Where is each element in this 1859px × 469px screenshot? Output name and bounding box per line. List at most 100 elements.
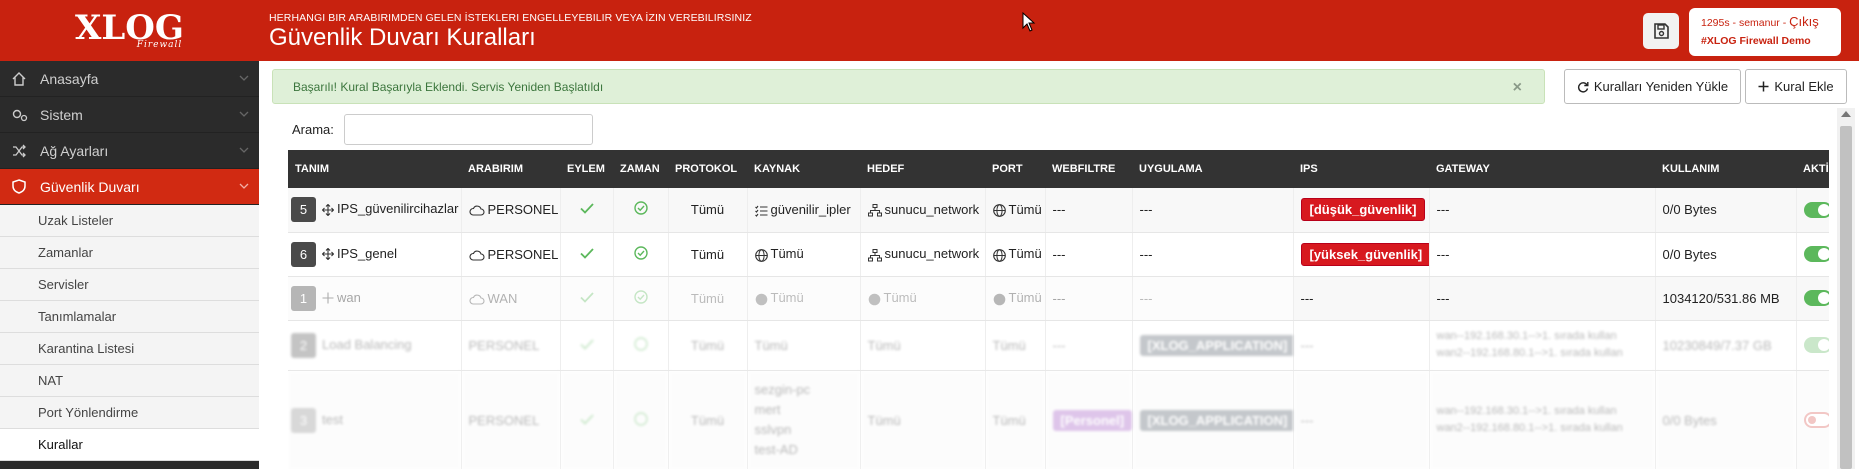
gateway-line: wan--192.168.30.1-->1. sırada kullan [1436,405,1617,417]
success-alert: Başarılı! Kural Başarıyla Eklendi. Servi… [272,69,1545,104]
scrollbar-thumb[interactable] [1840,126,1852,469]
webfilter-value: --- [1045,276,1133,321]
check-circle-icon [633,411,648,426]
rule-order-badge: 3 [291,407,316,433]
check-circle-icon [633,245,648,260]
shuffle-icon [12,144,30,158]
refresh-icon [1577,81,1589,92]
port-value: Tümü [985,320,1046,371]
save-config-button[interactable] [1643,13,1679,49]
column-header[interactable]: WEBFILTRE [1045,150,1132,188]
sidebar-item-label: Güvenlik Duvarı [40,178,140,195]
table-header-row: TANIM ARABIRIM EYLEM ZAMAN PROTOKOL KAYN… [288,150,1829,188]
xlog-logo[interactable]: XLOG Firewall [0,0,259,61]
sidebar-subitem-zamanlar[interactable]: Zamanlar [0,237,259,269]
sidebar-subitem-kurallar[interactable]: Kurallar [0,429,259,461]
rule-name: Load Balancing [322,336,412,352]
webfilter-badge: [Personel] [1052,409,1131,431]
application-badge: [XLOG_APPLICATION] [1139,334,1292,356]
sidebar-item-guvenlik-duvari[interactable]: Güvenlik Duvarı [0,169,259,205]
column-header[interactable]: ARABIRIM [461,150,560,188]
active-toggle[interactable] [1803,412,1829,429]
mouse-cursor-icon [1022,12,1036,32]
user-session-box: 1295s - semanur - Çıkış #XLOG Firewall D… [1689,8,1841,56]
org-name: #XLOG Firewall Demo [1701,35,1811,47]
sidebar-subitem-port-yonlendirme[interactable]: Port Yönlendirme [0,397,259,429]
gateway-value: --- [1429,232,1656,277]
application-value: --- [1132,232,1294,277]
shield-icon [12,179,30,194]
sidebar: Anasayfa Sistem Ağ Ayarları Güvenlik Duv… [0,61,259,469]
sidebar-subitem-uzak-listeler[interactable]: Uzak Listeler [0,205,259,237]
table-row[interactable]: 6 IPS_genel PERSONEL Tümü Tümü sunucu_net… [288,232,1829,277]
active-toggle[interactable] [1803,202,1829,219]
source-item: sezgin-pc [754,382,811,397]
page-title: Güvenlik Duvarı Kuralları [269,24,536,51]
check-icon [579,291,594,303]
globe-icon [992,248,1006,262]
destination-value: Tümü [883,290,917,306]
interface-name: PERSONEL [461,320,561,371]
port-value: Tümü [985,370,1046,469]
column-header[interactable]: PORT [985,150,1045,188]
column-header[interactable]: GATEWAY [1429,150,1655,188]
alert-close-button[interactable]: × [1513,79,1522,97]
column-header[interactable]: EYLEM [560,150,613,188]
globe-icon [868,293,880,305]
table-row[interactable]: 2 Load Balancing PERSONEL Tümü Tümü Tümü … [288,320,1829,371]
column-header[interactable]: PROTOKOL [668,150,747,188]
move-icon[interactable] [322,203,334,216]
move-icon[interactable] [322,292,334,304]
logo-subtext: Firewall [136,39,183,50]
column-header[interactable]: UYGULAMA [1132,150,1293,188]
column-header[interactable]: HEDEF [860,150,985,188]
move-icon[interactable] [322,248,334,260]
check-icon [579,338,594,350]
application-badge: [XLOG_APPLICATION] [1139,409,1292,431]
rule-name: IPS_genel [337,245,397,261]
cloud-icon [468,250,484,261]
sidebar-subitem-tanimlamalar[interactable]: Tanımlamalar [0,301,259,333]
sidebar-item-ag-ayarlari[interactable]: Ağ Ayarları [0,133,259,169]
globe-icon [992,204,1006,218]
rule-order-badge: 1 [291,285,316,311]
usage-value: 10230849/7.37 GB [1655,320,1797,371]
column-header[interactable]: AKTİF [1796,150,1829,188]
scroll-up-arrow-icon[interactable] [1841,111,1851,117]
floppy-disk-icon [1654,23,1669,39]
ips-badge: [yüksek_güvenlik] [1300,242,1428,266]
table-row[interactable]: 1 wan WAN Tümü Tümü Tümü Tümü --- --- ---… [288,276,1829,321]
reload-rules-button[interactable]: Kuralları Yeniden Yükle [1564,69,1741,104]
rule-order-badge: 5 [291,197,316,223]
interface-name: WAN [487,290,518,306]
destination-value: Tümü [860,370,986,469]
port-value: Tümü [1008,246,1042,262]
table-row[interactable]: 5 IPS_güvenilircihazlar PERSONEL Tümü güv… [288,188,1829,233]
sidebar-item-sistem[interactable]: Sistem [0,97,259,133]
sidebar-subitem-karantina[interactable]: Karantina Listesi [0,333,259,365]
rule-name: test [322,411,343,427]
protocol-value: Tümü [668,276,748,321]
add-rule-button[interactable]: Kural Ekle [1745,69,1847,104]
column-header[interactable]: TANIM [288,150,461,188]
column-header[interactable]: KULLANIM [1655,150,1796,188]
search-input[interactable] [344,114,593,145]
globe-icon [754,248,768,262]
active-toggle[interactable] [1803,337,1829,354]
column-header[interactable]: ZAMAN [613,150,668,188]
column-header[interactable]: KAYNAK [747,150,860,188]
table-row[interactable]: 3 test PERSONEL Tümü sezgin-pc mert sslvp… [288,370,1829,469]
column-header[interactable]: IPS [1293,150,1429,188]
active-toggle[interactable] [1803,246,1829,263]
sidebar-subitem-nat[interactable]: NAT [0,365,259,397]
webfilter-value: --- [1045,188,1133,233]
active-toggle[interactable] [1803,290,1829,307]
application-value: --- [1132,276,1294,321]
chevron-down-icon [239,75,249,81]
source-item: test-AD [754,442,798,457]
logout-link[interactable]: Çıkış [1789,14,1819,29]
sidebar-subitem-servisler[interactable]: Servisler [0,269,259,301]
sidebar-item-anasayfa[interactable]: Anasayfa [0,61,259,97]
chevron-down-icon [239,183,249,189]
protocol-value: Tümü [668,232,748,277]
